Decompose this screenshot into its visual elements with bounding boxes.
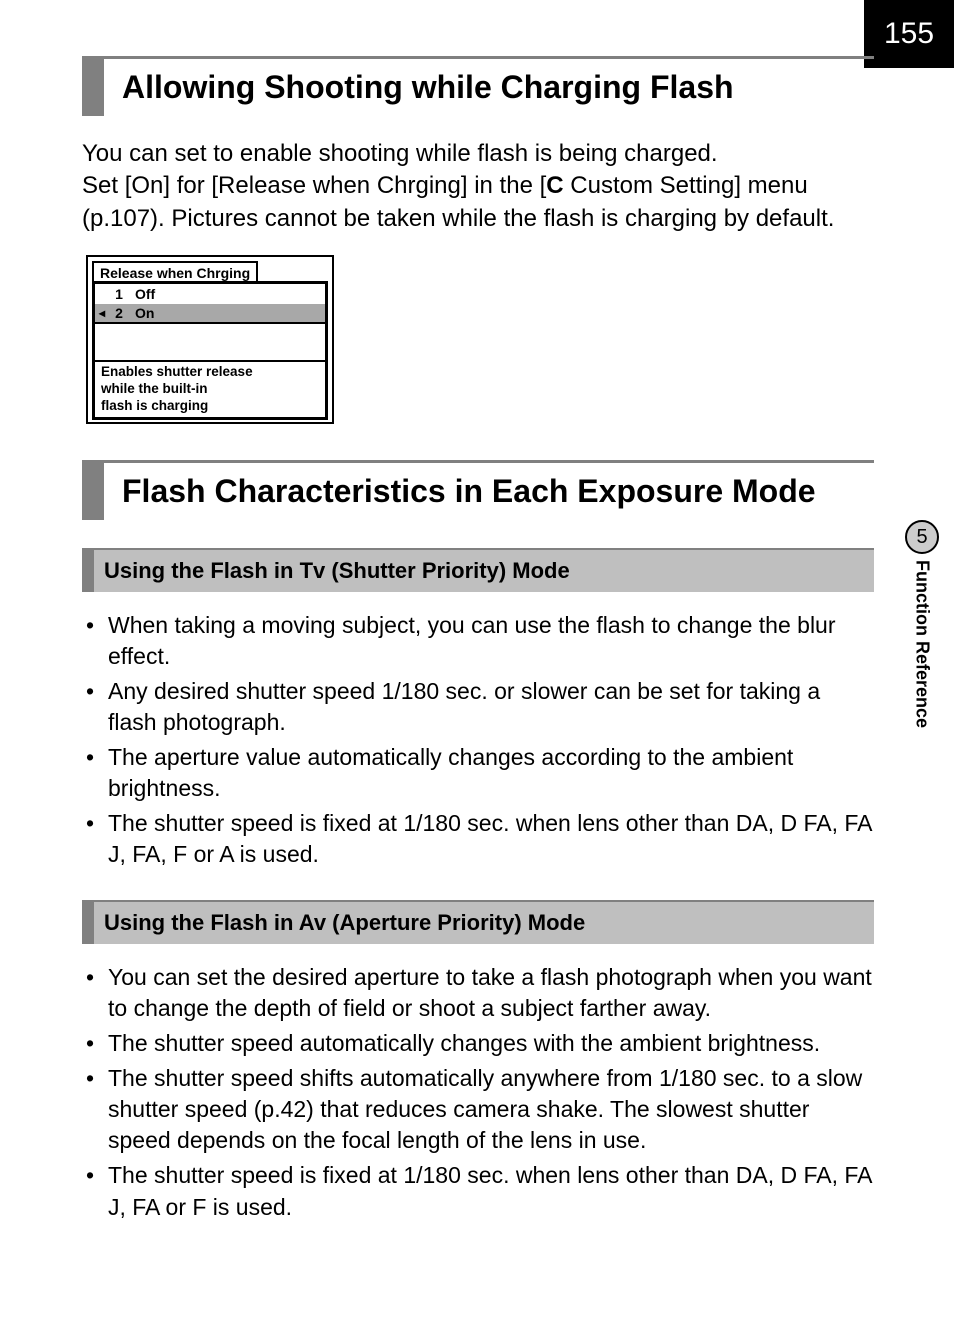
av-bullet-4: The shutter speed is fixed at 1/180 sec.… [86, 1160, 874, 1222]
lcd-option-off-num: 1 [111, 286, 127, 302]
section-heading-1: Allowing Shooting while Charging Flash [82, 56, 874, 116]
lcd-option-on-num: 2 [111, 305, 127, 321]
sub1-title-b: (Shutter Priority) Mode [325, 558, 569, 583]
lcd-tab-line [256, 261, 328, 284]
custom-setting-icon: C [546, 172, 563, 199]
tv-bullet-4: The shutter speed is fixed at 1/180 sec.… [86, 808, 874, 870]
lcd-menu: Release when Chrging 1 Off ◂ 2 On Enable… [86, 255, 334, 424]
side-tab: 5 Function Reference [896, 520, 948, 728]
chapter-title: Function Reference [912, 560, 933, 728]
lcd-option-off: 1 Off [95, 284, 325, 304]
lcd-description: Enables shutter release while the built-… [95, 360, 325, 417]
chapter-number-badge: 5 [905, 520, 939, 554]
av-bullet-3: The shutter speed shifts automatically a… [86, 1063, 874, 1156]
tv-bullet-list: When taking a moving subject, you can us… [82, 610, 874, 870]
lcd-option-on-tick: ◂ [99, 306, 111, 320]
tv-bullet-1: When taking a moving subject, you can us… [86, 610, 874, 672]
lcd-desc-l1: Enables shutter release [101, 364, 319, 381]
tv-mode-icon: Tv [300, 558, 326, 583]
lcd-desc-l2: while the built-in [101, 381, 319, 398]
av-bullet-1: You can set the desired aperture to take… [86, 962, 874, 1024]
lcd-option-off-label: Off [127, 286, 155, 302]
section-heading-2: Flash Characteristics in Each Exposure M… [82, 460, 874, 520]
sub-heading-tv: Using the Flash in Tv (Shutter Priority)… [82, 548, 874, 592]
page-number: 155 [864, 0, 954, 68]
sub1-title-a: Using the Flash in [104, 558, 300, 583]
av-bullet-2: The shutter speed automatically changes … [86, 1028, 874, 1059]
lcd-option-on: ◂ 2 On [95, 304, 325, 324]
lcd-option-on-label: On [127, 305, 154, 321]
lcd-desc-l3: flash is charging [101, 398, 319, 415]
lcd-tab-label: Release when Chrging [92, 261, 258, 284]
av-bullet-list: You can set the desired aperture to take… [82, 962, 874, 1222]
sub-heading-av: Using the Flash in Av (Aperture Priority… [82, 900, 874, 944]
tv-bullet-3: The aperture value automatically changes… [86, 742, 874, 804]
section1-line2a: Set [On] for [Release when Chrging] in t… [82, 172, 546, 199]
section1-paragraph: You can set to enable shooting while fla… [82, 138, 874, 235]
section1-line3: (p.107). Pictures cannot be taken while … [82, 205, 834, 232]
tv-bullet-2: Any desired shutter speed 1/180 sec. or … [86, 676, 874, 738]
section1-line2b: Custom Setting] menu [564, 172, 808, 199]
section1-line1: You can set to enable shooting while fla… [82, 140, 718, 167]
